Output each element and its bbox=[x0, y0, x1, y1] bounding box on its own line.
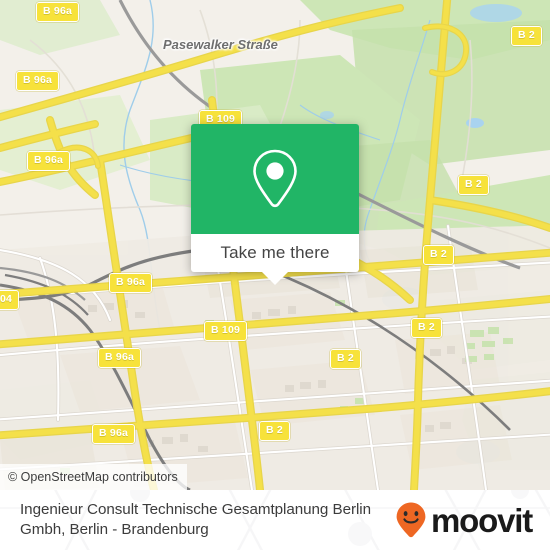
callout-tail bbox=[262, 272, 288, 285]
route-shield: B 96a bbox=[92, 424, 136, 444]
route-shield: B 96a bbox=[27, 151, 71, 171]
route-shield: 04 bbox=[0, 290, 20, 310]
route-shield: B 2 bbox=[423, 245, 454, 265]
route-shield: B 96a bbox=[16, 71, 60, 91]
moovit-smiley-pin-icon bbox=[396, 502, 426, 538]
route-shield: B 2 bbox=[259, 421, 290, 441]
map-canvas[interactable]: .park{fill:#CDE6B6} .park2{fill:#D9EBC6}… bbox=[0, 0, 550, 490]
route-shield: B 96a bbox=[109, 273, 153, 293]
route-shield: B 2 bbox=[330, 349, 361, 369]
callout-pin-area bbox=[191, 124, 359, 234]
take-me-there-label: Take me there bbox=[220, 243, 330, 262]
route-shield: B 2 bbox=[411, 318, 442, 338]
footer-bar: Ingenieur Consult Technische Gesamtplanu… bbox=[0, 490, 550, 550]
take-me-there-button[interactable]: Take me there bbox=[191, 234, 359, 272]
route-shield: B 2 bbox=[458, 175, 489, 195]
route-shield: B 2 bbox=[511, 26, 542, 46]
map-attribution[interactable]: © OpenStreetMap contributors bbox=[0, 463, 187, 490]
route-shield: B 96a bbox=[36, 2, 80, 22]
location-callout-card[interactable]: Take me there bbox=[191, 124, 359, 285]
route-shield: B 109 bbox=[204, 321, 248, 341]
location-pin-icon bbox=[253, 149, 297, 208]
moovit-logo[interactable]: moovit bbox=[394, 500, 536, 540]
moovit-map-page: .park{fill:#CDE6B6} .park2{fill:#D9EBC6}… bbox=[0, 0, 550, 550]
route-shield: B 96a bbox=[98, 348, 142, 368]
page-title: Ingenieur Consult Technische Gesamtplanu… bbox=[20, 500, 372, 538]
moovit-wordmark: moovit bbox=[431, 501, 533, 539]
